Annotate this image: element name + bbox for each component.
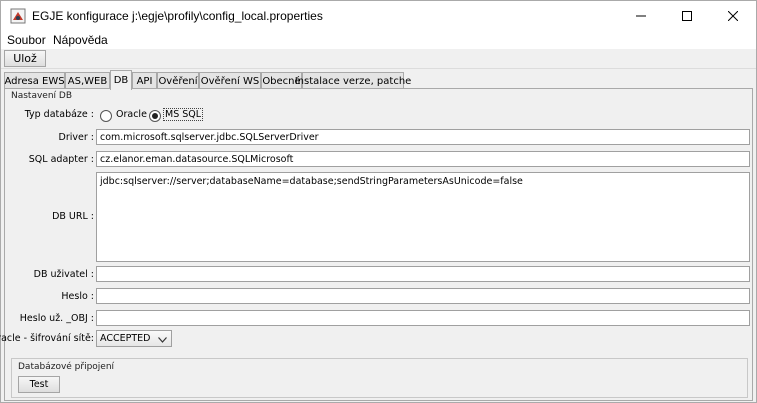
test-connection-button[interactable]: Test: [18, 376, 60, 393]
menu-item-napoveda[interactable]: Nápověda: [53, 33, 108, 47]
password-obj-field[interactable]: [96, 310, 750, 326]
menu-item-soubor[interactable]: Soubor: [7, 33, 46, 47]
radio-oracle-label[interactable]: Oracle: [116, 109, 147, 120]
tab-db[interactable]: DB: [110, 70, 132, 90]
radio-ms-sql[interactable]: [149, 110, 161, 122]
close-button[interactable]: [710, 1, 756, 31]
tab-adresa-ews[interactable]: Adresa EWS: [4, 72, 65, 89]
db-url-textarea[interactable]: jdbc:sqlserver://server;databaseName=dat…: [96, 172, 750, 262]
driver-field[interactable]: com.microsoft.sqlserver.jdbc.SQLServerDr…: [96, 129, 750, 145]
maximize-button[interactable]: [664, 1, 710, 31]
minimize-button[interactable]: [618, 1, 664, 31]
db-user-label: DB uživatel :: [33, 269, 94, 280]
chevron-down-icon: [158, 335, 167, 346]
db-connection-group: Databázové připojení Test: [11, 358, 748, 398]
radio-selected-dot: [152, 113, 158, 119]
app-icon: [10, 8, 26, 24]
maximize-icon: [682, 11, 692, 21]
encryption-select[interactable]: ACCEPTED: [96, 330, 172, 347]
radio-oracle[interactable]: [100, 110, 112, 122]
encryption-label: Oracle - šifrování sítě:: [0, 333, 94, 344]
tab-api[interactable]: API: [132, 72, 157, 89]
encryption-select-value: ACCEPTED: [100, 333, 151, 344]
tab-overeni[interactable]: Ověření: [157, 72, 199, 89]
password-field[interactable]: [96, 288, 750, 304]
close-icon: [728, 11, 738, 21]
app-window: EGJE konfigurace j:\egje\profily\config_…: [0, 0, 757, 403]
minimize-icon: [636, 11, 646, 21]
password-label: Heslo :: [61, 291, 94, 302]
window-title: EGJE konfigurace j:\egje\profily\config_…: [32, 9, 323, 23]
title-bar: EGJE konfigurace j:\egje\profily\config_…: [1, 1, 756, 31]
menu-bar: Soubor Nápověda: [1, 31, 756, 49]
driver-label: Driver :: [58, 132, 94, 143]
tab-overeni-ws[interactable]: Ověření WS: [199, 72, 261, 89]
db-user-field[interactable]: [96, 266, 750, 282]
toolbar: Ulož: [1, 49, 756, 69]
group-title-databazove-pripojeni: Databázové připojení: [18, 362, 115, 372]
save-button[interactable]: Ulož: [4, 50, 46, 67]
tab-as-web[interactable]: AS,WEB: [65, 72, 110, 89]
db-type-label: Typ databáze :: [24, 109, 94, 120]
tab-instalace-verze-patche[interactable]: Instalace verze, patche: [295, 72, 411, 89]
sql-adapter-label: SQL adapter :: [28, 154, 94, 165]
db-url-label: DB URL :: [52, 211, 94, 222]
db-settings-panel: Nastavení DB Typ databáze : Oracle MS SQ…: [0, 88, 753, 401]
group-title-nastaveni-db: Nastavení DB: [11, 91, 73, 101]
sql-adapter-field[interactable]: cz.elanor.eman.datasource.SQLMicrosoft: [96, 151, 750, 167]
radio-ms-sql-label[interactable]: MS SQL: [162, 108, 204, 121]
password-obj-label: Heslo už. _OBJ :: [19, 313, 94, 324]
